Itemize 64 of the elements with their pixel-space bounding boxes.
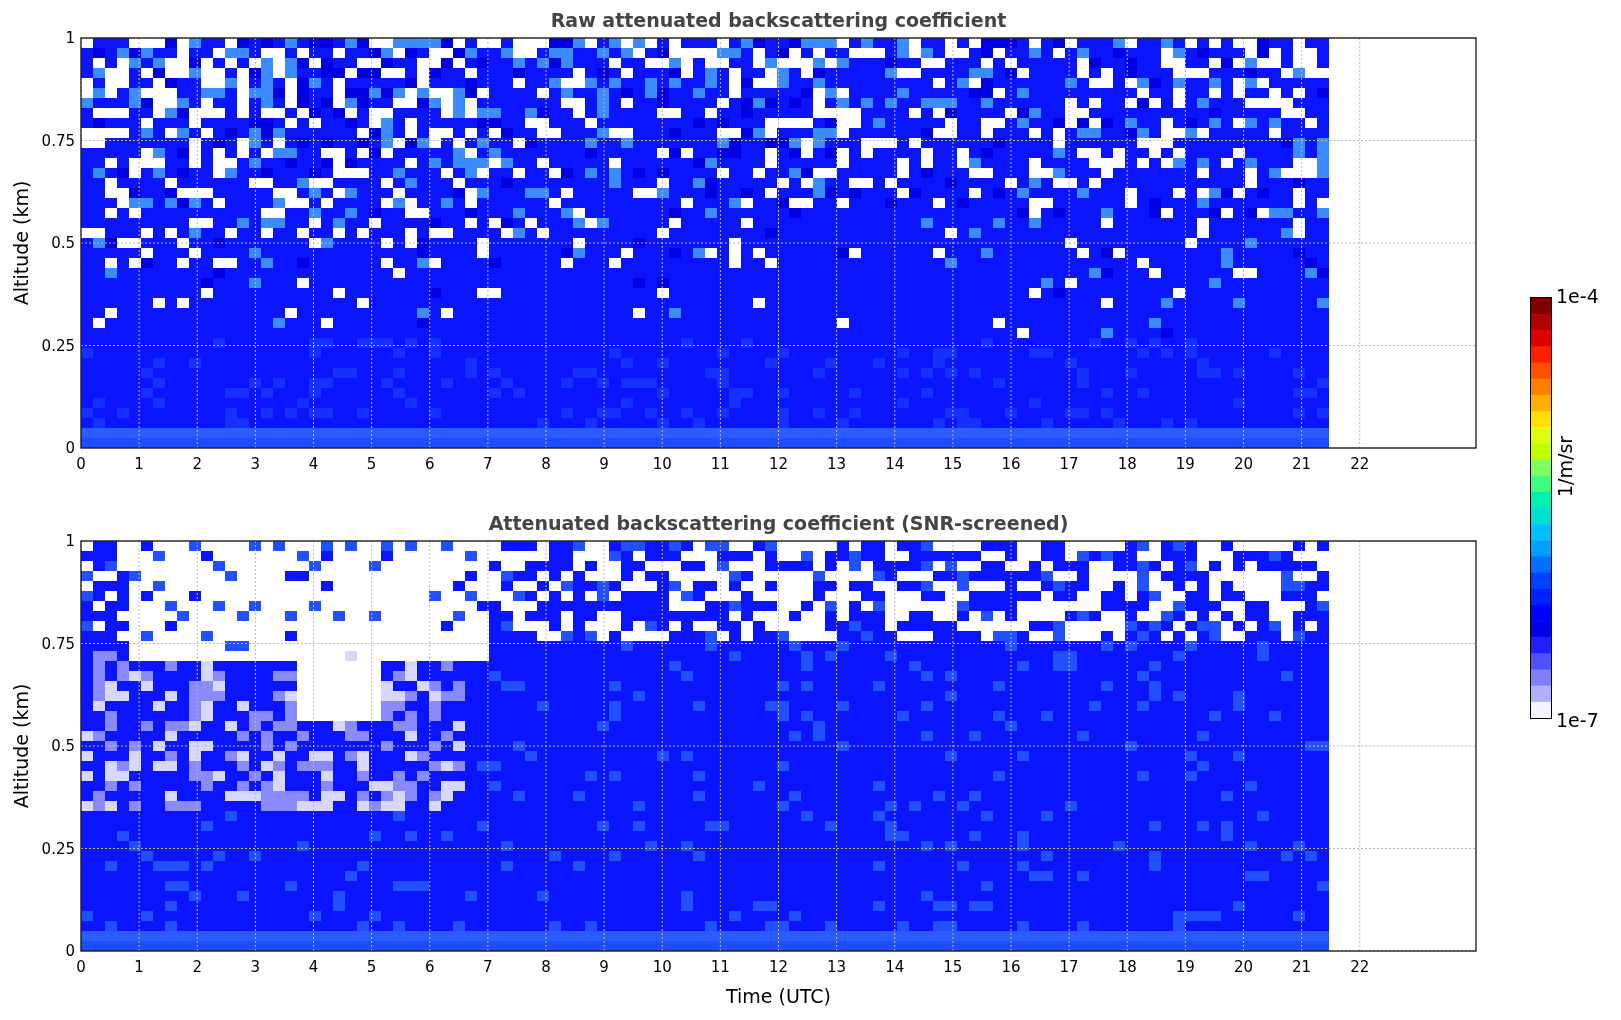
x-tick-label: 4	[308, 958, 319, 976]
x-tick-label: 9	[599, 958, 609, 976]
x-tick-label: 22	[1350, 455, 1370, 473]
x-tick-label: 12	[768, 958, 789, 976]
x-tick-label: 17	[1059, 958, 1079, 976]
y-tick-label: 0.75	[41, 634, 75, 653]
x-tick-label: 20	[1233, 958, 1254, 976]
x-tick-label: 19	[1175, 958, 1195, 976]
x-tick-label: 3	[250, 958, 261, 976]
x-tick-label: 10	[652, 958, 672, 976]
y-tick-label: 0	[65, 942, 75, 960]
colorbar-max-label: 1e-4	[1556, 285, 1599, 307]
x-axis-label: Time (UTC)	[726, 985, 831, 1007]
x-tick-label: 13	[827, 455, 847, 473]
x-tick-label: 8	[541, 958, 551, 976]
x-tick-label: 14	[885, 455, 905, 473]
x-tick-label: 19	[1175, 455, 1195, 473]
x-tick-label: 6	[425, 958, 435, 976]
x-tick-label: 18	[1117, 958, 1137, 976]
x-tick-label: 2	[192, 455, 202, 473]
x-tick-label: 4	[308, 455, 319, 473]
chart-title: Attenuated backscattering coefficient (SNR-screened)	[488, 512, 1069, 534]
y-tick-label: 0.5	[51, 234, 75, 252]
x-tick-label: 18	[1117, 455, 1137, 473]
x-tick-label: 0	[76, 455, 86, 473]
x-tick-label: 3	[250, 455, 261, 473]
y-tick-label: 1	[65, 532, 75, 550]
chart-title: Raw attenuated backscattering coefficient	[550, 9, 1007, 31]
x-tick-label: 22	[1350, 958, 1370, 976]
x-tick-label: 16	[1001, 958, 1021, 976]
x-tick-label: 14	[885, 958, 905, 976]
x-tick-label: 13	[827, 958, 847, 976]
colorbar-title: 1/m/sr	[1554, 435, 1576, 497]
x-tick-label: 21	[1292, 958, 1312, 976]
x-tick-label: 16	[1001, 455, 1021, 473]
x-tick-label: 8	[541, 455, 551, 473]
x-tick-label: 11	[710, 455, 730, 473]
x-tick-label: 9	[599, 455, 609, 473]
y-tick-label: 0.75	[41, 131, 75, 150]
x-tick-label: 7	[483, 455, 493, 473]
y-tick-label: 0.5	[51, 737, 75, 755]
y-tick-label: 0	[65, 439, 75, 457]
x-tick-label: 11	[710, 958, 730, 976]
x-tick-label: 1	[134, 958, 144, 976]
x-tick-label: 5	[366, 455, 377, 473]
x-tick-label: 0	[76, 958, 86, 976]
x-tick-label: 21	[1292, 455, 1312, 473]
x-tick-label: 7	[483, 958, 493, 976]
y-axis-label: Altitude (km)	[10, 683, 32, 809]
x-tick-label: 10	[652, 455, 672, 473]
y-tick-label: 0.25	[41, 839, 75, 858]
x-tick-label: 20	[1233, 455, 1254, 473]
x-tick-label: 6	[425, 455, 435, 473]
x-tick-label: 12	[768, 455, 789, 473]
x-tick-label: 15	[943, 455, 963, 473]
x-tick-label: 5	[366, 958, 377, 976]
y-tick-label: 1	[65, 29, 75, 47]
y-tick-label: 0.25	[41, 336, 75, 355]
x-tick-label: 17	[1059, 455, 1079, 473]
y-axis-label: Altitude (km)	[10, 180, 32, 306]
x-tick-label: 2	[192, 958, 202, 976]
x-tick-label: 1	[134, 455, 144, 473]
colorbar-min-label: 1e-7	[1556, 709, 1599, 731]
x-tick-label: 15	[943, 958, 963, 976]
